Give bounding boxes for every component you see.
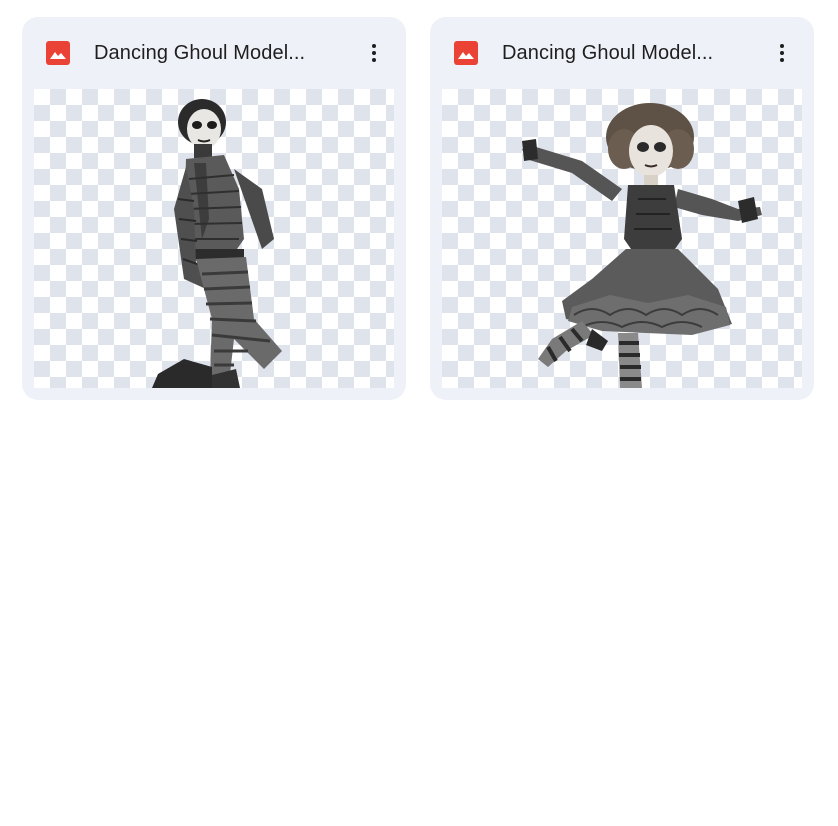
- more-vert-icon: [780, 44, 784, 62]
- more-actions-button[interactable]: [764, 35, 800, 71]
- file-thumbnail[interactable]: [442, 89, 802, 388]
- file-name: Dancing Ghoul Model...: [502, 42, 714, 64]
- file-card[interactable]: Dancing Ghoul Model...: [22, 17, 406, 400]
- file-name: Dancing Ghoul Model...: [94, 42, 306, 64]
- image-file-icon: [46, 41, 70, 65]
- file-grid: Dancing Ghoul Model... Dancing Ghoul Mod…: [22, 17, 814, 400]
- ghoul-girl-figure: [522, 103, 762, 388]
- image-file-icon: [454, 41, 478, 65]
- more-vert-icon: [372, 44, 376, 62]
- file-card-header: Dancing Ghoul Model...: [430, 17, 814, 89]
- file-card-header: Dancing Ghoul Model...: [22, 17, 406, 89]
- more-actions-button[interactable]: [356, 35, 392, 71]
- file-card[interactable]: Dancing Ghoul Model...: [430, 17, 814, 400]
- ghoul-boy-figure: [152, 99, 282, 388]
- file-thumbnail[interactable]: [34, 89, 394, 388]
